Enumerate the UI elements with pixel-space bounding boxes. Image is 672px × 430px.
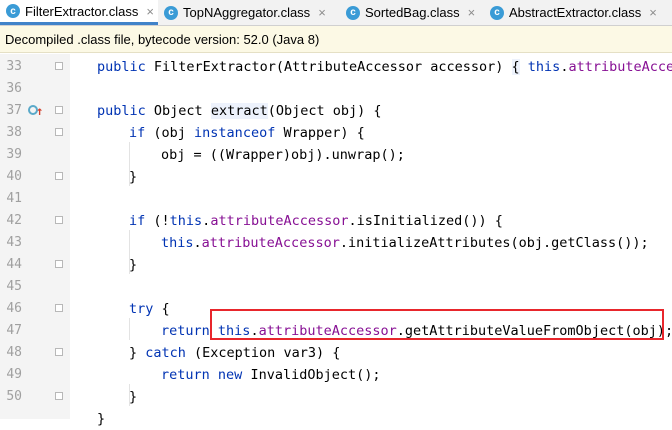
code-text: } — [129, 257, 138, 273]
code-line: 44 } — [0, 254, 672, 276]
line-number: 40 — [6, 169, 22, 184]
decompiled-banner: Decompiled .class file, bytecode version… — [0, 26, 672, 53]
code-text: } — [129, 169, 138, 185]
line-number: 39 — [6, 147, 22, 162]
code-line: 33 public FilterExtractor(AttributeAcces… — [0, 56, 672, 78]
code-line: 39 obj = ((Wrapper)obj).unwrap(); — [0, 144, 672, 166]
line-number: 46 — [6, 301, 22, 316]
code-line: 40 } — [0, 166, 672, 188]
code-text: } catch (Exception var3) { — [129, 345, 341, 361]
code-text: return new InvalidObject(); — [161, 367, 381, 383]
fold-icon[interactable] — [55, 348, 63, 356]
tab-label: TopNAggregator.class — [183, 5, 311, 20]
line-number: 42 — [6, 213, 22, 228]
tab-topn-aggregator[interactable]: c TopNAggregator.class × — [164, 0, 326, 25]
up-arrow-icon[interactable]: ↑ — [36, 100, 43, 122]
line-number: 49 — [6, 367, 22, 382]
fold-icon[interactable] — [55, 392, 63, 400]
tab-label: FilterExtractor.class — [25, 3, 139, 19]
fold-icon[interactable] — [55, 172, 63, 180]
tab-abstract-extractor[interactable]: c AbstractExtractor.class × — [490, 0, 657, 25]
code-text: } — [97, 411, 106, 427]
code-line: 37 ↑ public Object extract(Object obj) { — [0, 100, 672, 122]
line-number: 48 — [6, 345, 22, 360]
code-line: 45 — [0, 276, 672, 298]
code-line: 43 this.attributeAccessor.initializeAttr… — [0, 232, 672, 254]
code-line: } — [0, 408, 672, 430]
tab-sorted-bag[interactable]: c SortedBag.class × — [346, 0, 475, 25]
fold-icon[interactable] — [55, 62, 63, 70]
close-icon[interactable]: × — [318, 5, 326, 20]
line-number: 36 — [6, 81, 22, 96]
code-text: public Object extract(Object obj) { — [97, 103, 382, 119]
fold-icon[interactable] — [55, 106, 63, 114]
code-text: public FilterExtractor(AttributeAccessor… — [97, 59, 672, 75]
line-number: 38 — [6, 125, 22, 140]
code-line: 41 — [0, 188, 672, 210]
code-text: obj = ((Wrapper)obj).unwrap(); — [161, 147, 405, 163]
highlight-box — [210, 309, 664, 340]
line-number: 33 — [6, 59, 22, 74]
code-line: 42 if (!this.attributeAccessor.isInitial… — [0, 210, 672, 232]
code-editor[interactable]: 33 public FilterExtractor(AttributeAcces… — [0, 54, 672, 427]
banner-text: Decompiled .class file, bytecode version… — [5, 31, 320, 47]
class-file-icon: c — [164, 5, 178, 20]
fold-icon[interactable] — [55, 304, 63, 312]
fold-icon[interactable] — [55, 260, 63, 268]
fold-icon[interactable] — [55, 216, 63, 224]
class-file-icon: c — [6, 4, 20, 18]
close-icon[interactable]: × — [468, 5, 476, 20]
tab-label: SortedBag.class — [365, 5, 460, 20]
line-number: 50 — [6, 389, 22, 404]
line-number: 44 — [6, 257, 22, 272]
code-text: if (obj instanceof Wrapper) { — [129, 125, 365, 141]
code-line: 48 } catch (Exception var3) { — [0, 342, 672, 364]
class-file-icon: c — [346, 5, 360, 20]
line-number: 45 — [6, 279, 22, 294]
close-icon[interactable]: × — [649, 5, 657, 20]
code-line: 50 } — [0, 386, 672, 408]
code-text: if (!this.attributeAccessor.isInitialize… — [129, 213, 503, 229]
line-number: 37 — [6, 103, 22, 118]
tab-filter-extractor[interactable]: c FilterExtractor.class × — [0, 0, 158, 25]
code-line: 36 — [0, 78, 672, 100]
line-number: 47 — [6, 323, 22, 338]
class-file-icon: c — [490, 5, 504, 20]
line-number: 43 — [6, 235, 22, 250]
code-text: this.attributeAccessor.initializeAttribu… — [161, 235, 649, 251]
editor-tab-bar: c FilterExtractor.class × c TopNAggregat… — [0, 0, 672, 26]
code-text: } — [129, 389, 138, 405]
fold-icon[interactable] — [55, 128, 63, 136]
close-icon[interactable]: × — [146, 4, 154, 19]
code-line: 38 if (obj instanceof Wrapper) { — [0, 122, 672, 144]
line-number: 41 — [6, 191, 22, 206]
tab-label: AbstractExtractor.class — [509, 5, 642, 20]
code-line: 49 return new InvalidObject(); — [0, 364, 672, 386]
code-text: try { — [129, 301, 170, 317]
